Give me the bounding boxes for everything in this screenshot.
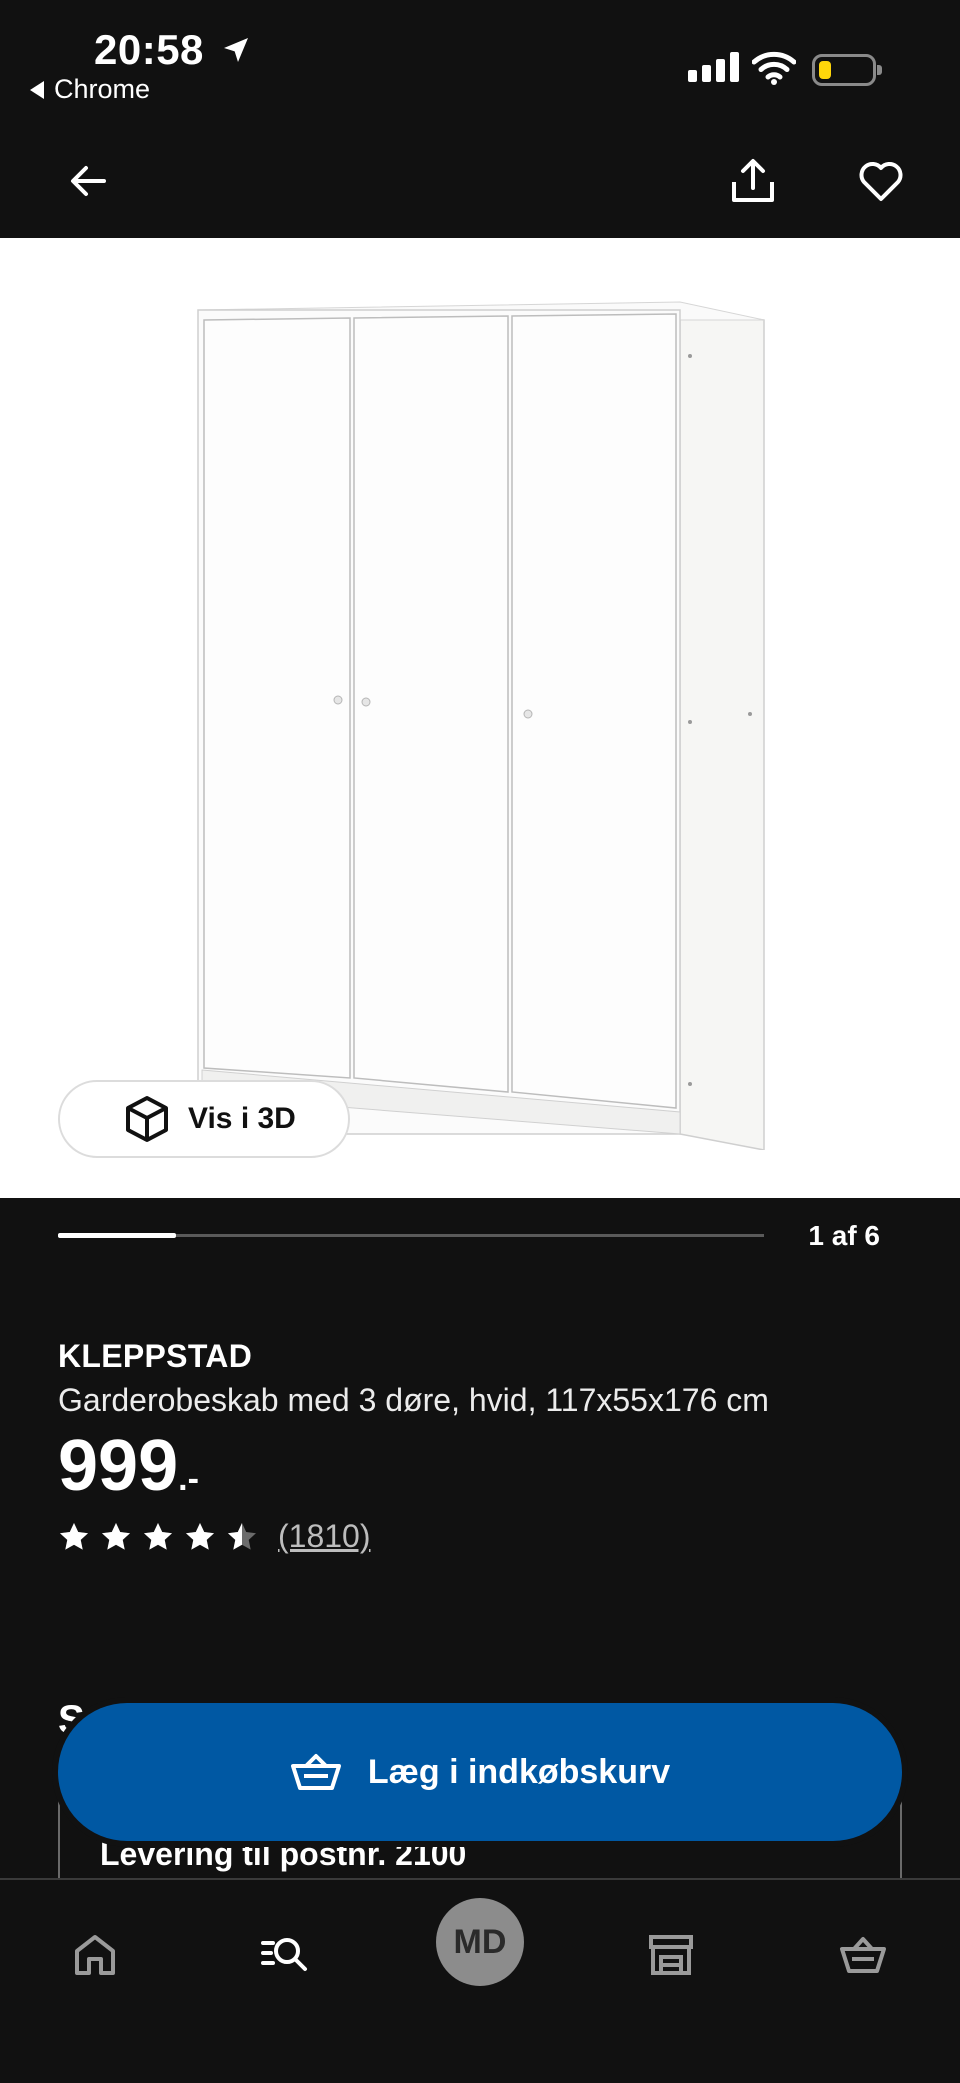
add-to-cart-label: Læg i indkøbskurv — [367, 1752, 671, 1791]
store-icon — [649, 1935, 693, 1975]
bottom-tab-bar: MD — [0, 1878, 960, 2083]
gallery-page-indicator: 1 af 6 — [808, 1220, 880, 1251]
share-icon[interactable] — [728, 156, 778, 206]
star-icon — [102, 1522, 130, 1550]
cellular-signal-icon — [688, 52, 739, 82]
rating-stars[interactable]: (1810) — [58, 1518, 371, 1555]
location-arrow-icon — [224, 38, 248, 62]
back-to-app-link[interactable]: Chrome — [30, 74, 150, 105]
star-icon — [228, 1522, 256, 1550]
status-time: 20:58 — [94, 26, 204, 73]
back-app-label: Chrome — [54, 74, 151, 104]
search-list-icon — [261, 1938, 307, 1971]
gallery-progress-fill — [58, 1233, 176, 1238]
tab-home[interactable] — [50, 1910, 140, 2000]
heart-icon[interactable] — [856, 156, 906, 206]
back-triangle-icon — [30, 80, 44, 99]
add-to-cart-button[interactable]: Læg i indkøbskurv — [58, 1703, 902, 1841]
battery-icon — [812, 54, 882, 86]
tab-stores[interactable] — [626, 1910, 716, 2000]
avatar[interactable]: MD — [436, 1898, 524, 1986]
product-image-gallery[interactable]: Vis i 3D — [0, 238, 960, 1198]
tab-cart[interactable] — [818, 1910, 908, 2000]
product-price: 999 .- — [58, 1426, 199, 1506]
cube-3d-icon — [126, 1096, 168, 1142]
product-name: KLEPPSTAD — [58, 1338, 253, 1374]
wifi-icon — [752, 51, 796, 85]
basket-icon — [840, 1937, 886, 1973]
review-count-link[interactable]: (1810) — [278, 1518, 371, 1555]
product-description: Garderobeskab med 3 døre, hvid, 117x55x1… — [58, 1382, 769, 1418]
star-icon — [60, 1522, 88, 1550]
gallery-progress-bar — [58, 1233, 764, 1238]
home-icon — [75, 1935, 115, 1975]
price-amount: 999 — [58, 1426, 179, 1506]
product-header — [0, 120, 960, 238]
basket-icon — [290, 1754, 341, 1790]
price-suffix: .- — [178, 1460, 199, 1498]
view-in-3d-button[interactable]: Vis i 3D — [58, 1080, 350, 1158]
arrow-left-icon[interactable] — [64, 156, 114, 206]
star-icon — [186, 1522, 214, 1550]
wardrobe-product-image — [197, 301, 765, 1150]
star-icon — [144, 1522, 172, 1550]
delivery-postcode-label: Levering til postnr. 2100 — [100, 1836, 467, 1872]
status-bar: 20:58 Chrome — [0, 0, 960, 120]
view-in-3d-label: Vis i 3D — [188, 1102, 296, 1135]
battery-level — [819, 61, 831, 79]
tab-search[interactable] — [240, 1910, 330, 2000]
